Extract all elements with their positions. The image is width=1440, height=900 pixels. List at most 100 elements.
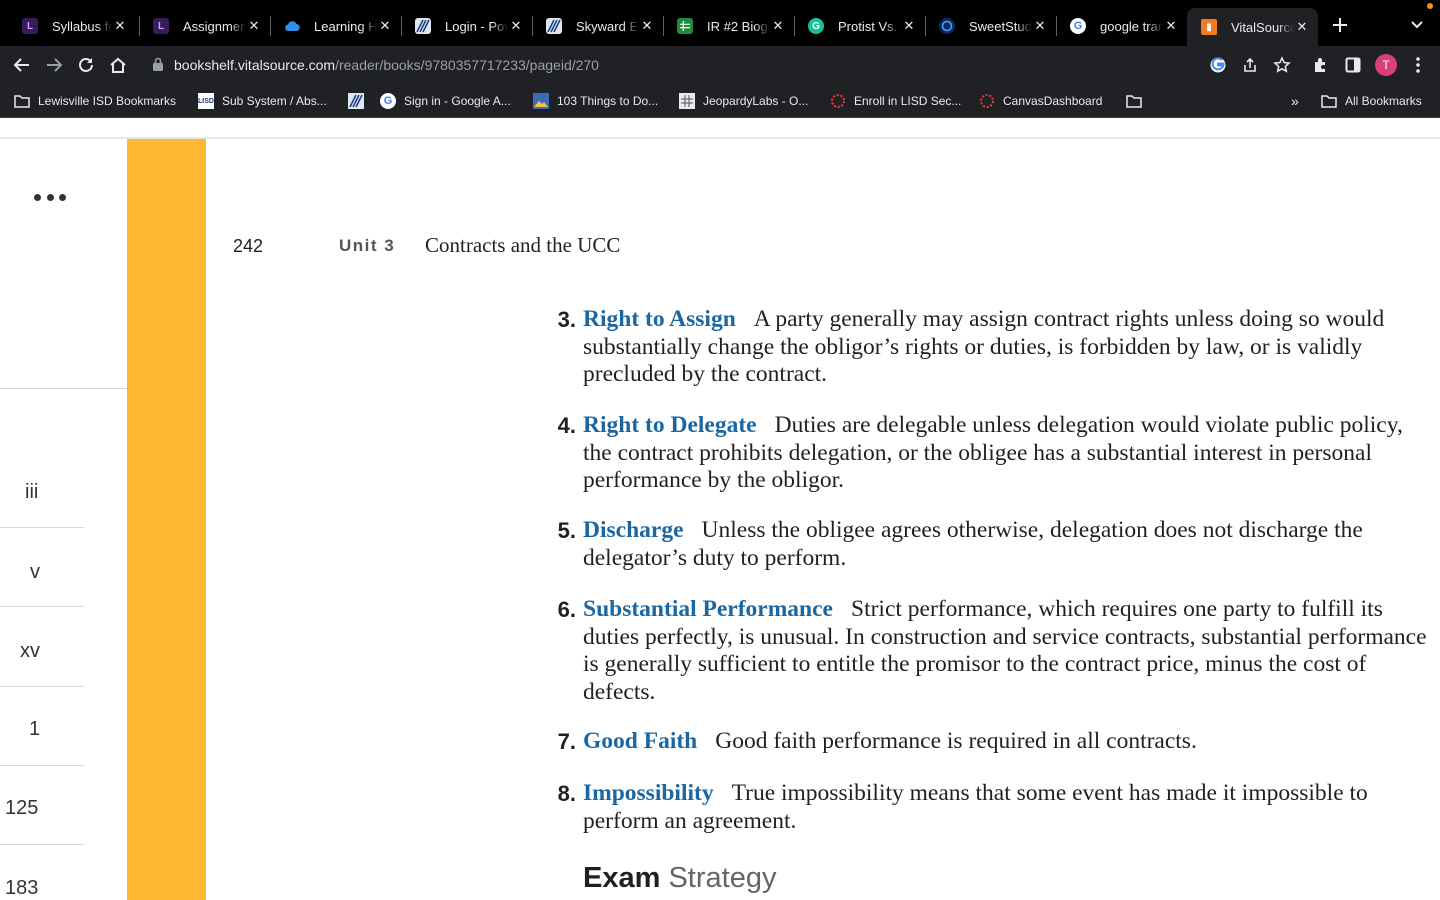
google-icon: G [1070,18,1086,34]
back-button[interactable] [10,53,34,77]
bookmark-star-icon[interactable] [1272,55,1292,75]
folder-icon [1126,93,1142,109]
tab-title: IR #2 Biogr [707,18,770,34]
dot-icon [59,193,66,201]
close-icon[interactable]: ✕ [246,18,262,34]
book-page: 242 Unit 3 Contracts and the UCC 3. Righ… [206,139,1440,900]
reload-button[interactable] [74,53,98,77]
tab-title: Login - Pov [445,18,508,34]
bookmark-canvas-dashboard[interactable]: CanvasDashboard [979,91,1102,111]
tab-title: Assignmen [183,18,246,34]
bookmarks-overflow-button[interactable]: » [1291,91,1299,111]
tab-google-translate[interactable]: G google tran ✕ [1056,8,1187,44]
close-icon[interactable]: ✕ [639,18,655,34]
bookmark-jeopardylabs[interactable]: JeopardyLabs - O... [679,91,808,111]
lisd-icon: LISD [198,93,214,109]
skyward-icon [415,18,431,34]
extensions-icon[interactable] [1310,54,1332,76]
item-text: Unless the obligee agrees otherwise, del… [583,517,1363,571]
list-item: 3. Right to Assign A party generally may … [558,306,1433,389]
item-number: 8. [557,781,576,806]
toc-item[interactable]: 125 [5,797,38,820]
tab-title: google tran [1100,18,1163,34]
divider [0,686,84,687]
toc-item[interactable]: xv [20,640,40,663]
close-icon[interactable]: ✕ [1294,19,1310,35]
dot-icon [46,193,54,201]
more-options-button[interactable] [34,189,66,205]
divider [0,606,84,607]
bookmark-label: Lewisville ISD Bookmarks [38,94,177,108]
list-item: 7. Good Faith Good faith performance is r… [558,728,1433,756]
bookmark-sub-system[interactable]: LISD Sub System / Abs... [198,91,327,111]
arrow-right-icon [47,58,63,72]
home-icon [110,57,126,73]
page-number: 242 [233,236,264,256]
close-icon[interactable]: ✕ [901,18,917,34]
tab-search-button[interactable] [1407,15,1427,35]
toc-item[interactable]: 183 [5,877,38,900]
tab-vitalsource[interactable]: ▮ VitalSource ✕ [1187,8,1318,46]
tab-title: Learning H [314,18,377,34]
url-host: bookshelf.vitalsource.com [174,57,336,73]
item-term: Good Faith [583,728,698,754]
tab-title: SweetStud [969,18,1032,34]
divider [0,388,127,389]
close-icon[interactable]: ✕ [112,18,128,34]
bookmark-folder[interactable] [1126,91,1150,111]
lock-icon[interactable] [152,57,164,71]
profile-avatar[interactable]: T [1375,54,1397,76]
google-lens-icon[interactable] [1208,55,1228,75]
arrow-left-icon [13,58,29,72]
list-item: 5. Discharge Unless the obligee agrees ot… [558,517,1433,572]
tab-title: Protist Vs. [838,18,898,34]
all-bookmarks-button[interactable]: All Bookmarks [1321,91,1422,111]
url-text[interactable]: bookshelf.vitalsource.com/reader/books/9… [174,57,599,73]
close-icon[interactable]: ✕ [1163,18,1179,34]
toc-item[interactable]: v [30,561,40,584]
heading-bold: Exam [583,862,661,894]
close-icon[interactable]: ✕ [377,18,393,34]
skyward-icon [546,18,562,34]
unit-label: Unit 3 [339,236,396,255]
item-number: 3. [557,307,576,332]
tab-skyward[interactable]: Skyward Ed ✕ [532,8,663,44]
tab-title: Skyward Ed [576,18,639,34]
home-button[interactable] [106,53,130,77]
toc-item[interactable]: 1 [29,718,40,741]
reload-icon [79,58,93,72]
bookmark-label: CanvasDashboard [1003,94,1103,108]
lisd-icon: L [22,18,38,34]
tab-biography[interactable]: IR #2 Biogr ✕ [663,8,794,44]
tab-login[interactable]: Login - Pov ✕ [401,8,532,44]
tab-title: Syllabus fo [52,18,112,34]
item-term: Substantial Performance [583,596,833,622]
tab-learning[interactable]: Learning H ✕ [270,8,401,44]
side-panel-icon[interactable] [1342,54,1364,76]
kebab-menu-icon[interactable] [1407,54,1429,76]
toc-item[interactable]: iii [25,481,38,504]
forward-button[interactable] [42,53,66,77]
list-item: 4. Right to Delegate Duties are delegable… [558,412,1433,495]
close-icon[interactable]: ✕ [508,18,524,34]
chevron-down-icon [1411,21,1423,29]
cloud-icon [284,18,300,34]
bookmark-label: JeopardyLabs - O... [703,94,809,108]
close-icon[interactable]: ✕ [770,18,786,34]
tab-protist[interactable]: G Protist Vs. ✕ [794,8,925,44]
close-icon[interactable]: ✕ [1032,18,1048,34]
tab-assignment[interactable]: L Assignmen ✕ [139,8,270,44]
item-term: Right to Delegate [583,412,757,438]
tab-syllabus[interactable]: L Syllabus fo ✕ [8,8,136,44]
new-tab-button[interactable] [1328,13,1352,37]
bookmark-google-signin[interactable]: G Sign in - Google A... [380,91,511,111]
bookmark-lewisville[interactable]: Lewisville ISD Bookmarks [14,91,176,111]
tab-sweetstudy[interactable]: SweetStud ✕ [925,8,1056,44]
skyward-icon [348,93,364,109]
address-bar[interactable]: bookshelf.vitalsource.com/reader/books/9… [142,49,1306,81]
bookmark-skyward[interactable] [348,91,372,111]
share-icon[interactable] [1240,55,1260,75]
bookmark-103-things[interactable]: 103 Things to Do... [533,91,658,111]
browser-toolbar: bookshelf.vitalsource.com/reader/books/9… [0,46,1440,84]
bookmark-enroll-lisd[interactable]: Enroll in LISD Sec... [830,91,961,111]
